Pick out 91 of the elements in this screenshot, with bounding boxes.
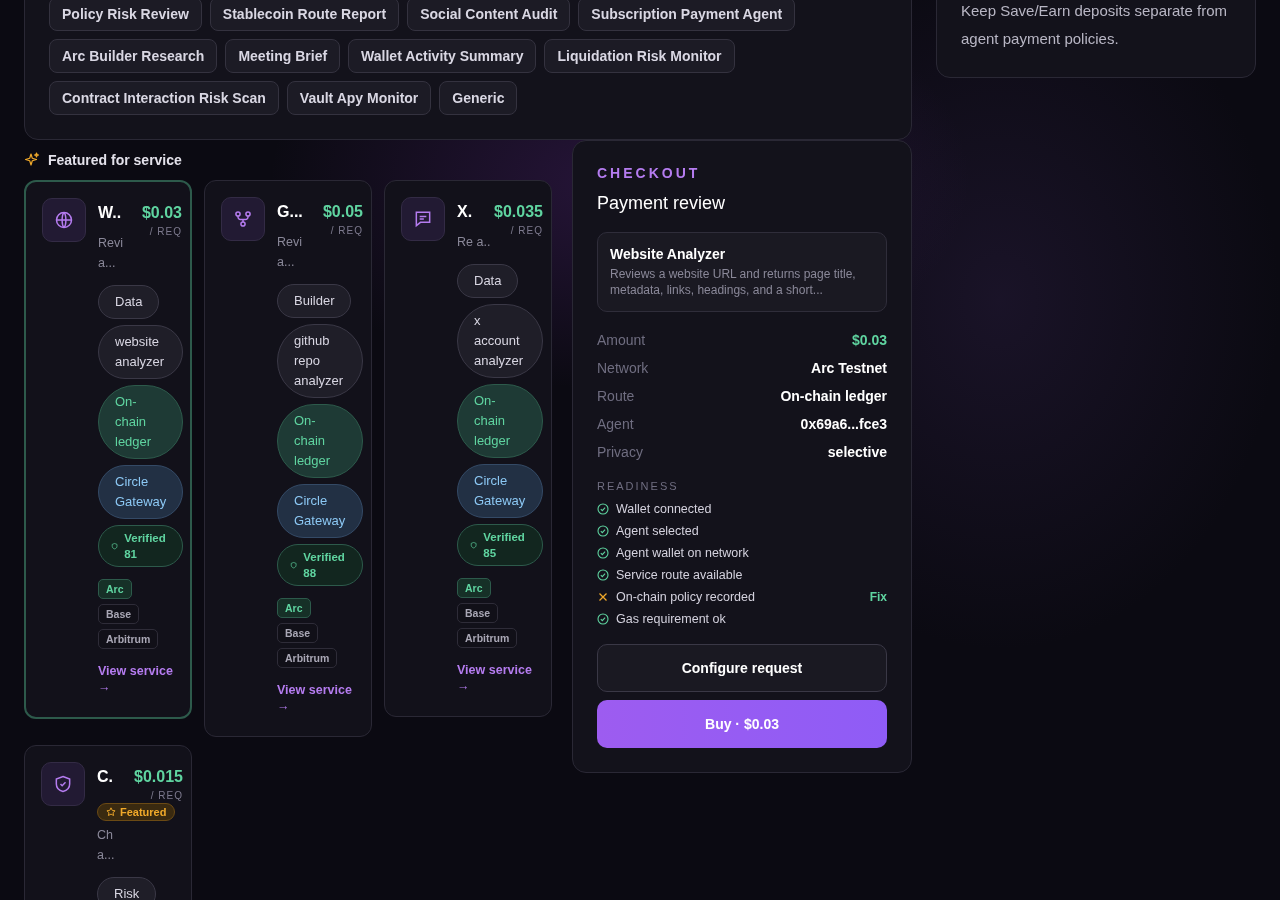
readiness-heading: READINESS [597,480,680,492]
detail-label: Route [597,388,635,404]
message-icon [413,209,433,229]
gateway-tag: Circle Gateway [277,484,363,538]
view-service-link[interactable]: View service → [98,663,182,695]
route-tag: On-chain ledger [457,384,543,458]
network-tag[interactable]: Arc [457,578,491,598]
category-tag: Data [457,264,519,298]
network-tag[interactable]: Base [457,603,499,623]
branch-icon [233,209,253,229]
detail-value: $0.03 [851,332,887,348]
gateway-tag: Circle Gateway [98,465,184,519]
service-card[interactable]: G... $0.05 / REQ Revi a... Builder github repo analyzer On-chain ledger Circle Gateway Verified 88 Arc Base Arbitrum View service → [204,180,372,737]
service-name: Website Analyzer [610,246,727,262]
checkout-eyebrow: CHECKOUT [597,165,702,181]
template-chip[interactable]: Liquidation Risk Monitor [544,39,735,73]
network-tag[interactable]: Base [277,623,319,643]
template-chip[interactable]: Meeting Brief [225,39,341,73]
network-tag[interactable]: Base [98,604,140,624]
checkout-title: Payment review [597,193,727,214]
fix-link[interactable]: Fix [869,590,887,604]
route-tag: On-chain ledger [98,385,184,459]
service-tag: x account analyzer [457,304,543,378]
readiness-item: Service route available [616,568,744,582]
template-chip[interactable]: Stablecoin Route Report [209,0,400,31]
route-tag: On-chain ledger [277,404,363,478]
verified-label: Verified 88 [303,550,346,581]
readiness-item: Wallet connected [616,502,713,516]
template-chip[interactable]: Policy Risk Review [49,0,202,31]
service-tag: website analyzer [98,325,184,379]
readiness-item: On-chain policy recorded [616,590,756,604]
verified-label: Verified 81 [124,531,167,562]
detail-label: Network [597,360,649,376]
category-tag: Builder [277,284,352,318]
readiness-item: Gas requirement ok [616,612,727,626]
template-chip[interactable]: Wallet Activity Summary [348,39,537,73]
network-tag[interactable]: Arc [98,579,132,599]
service-title: W.. [98,204,122,221]
verified-label: Verified 85 [483,530,526,561]
detail-label: Privacy [597,444,643,460]
service-price: $0.015 [134,768,183,786]
service-description: Ch a... [97,827,116,864]
globe-icon [54,210,74,230]
service-card[interactable]: X. $0.035 / REQ Re a.. Data x account analyzer On-chain ledger Circle Gateway Verified 85 Arc Base Arbitrum View service → [384,180,552,717]
buy-button[interactable]: Buy · $0.03 [597,700,887,748]
service-description: Revi a... [277,234,303,271]
service-title: C. [97,768,113,785]
template-chip[interactable]: Subscription Payment Agent [578,0,796,31]
policy-note: Keep Save/Earn deposits separate from agent payment policies. [961,1,1228,49]
template-chip[interactable]: Arc Builder Research [49,39,218,73]
configure-button[interactable]: Configure request [597,644,887,692]
detail-value: On-chain ledger [780,388,887,404]
template-chip[interactable]: Social Content Audit [407,0,571,31]
view-service-link[interactable]: View service → [277,682,363,714]
detail-label: Amount [597,332,646,348]
template-chip[interactable]: Contract Interaction Risk Scan [49,81,279,115]
service-price: $0.05 [322,203,363,221]
template-chip[interactable]: Vault Apy Monitor [286,81,432,115]
network-tag[interactable]: Arc [277,598,311,618]
detail-value: Arc Testnet [811,360,887,376]
detail-value: 0x69a6...fce3 [800,416,887,432]
badge-label: Featured [120,806,167,818]
readiness-item: Agent selected [616,524,700,538]
service-title: G... [277,203,303,220]
detail-value: selective [827,444,887,460]
template-chip[interactable]: Generic [439,81,518,115]
readiness-item: Agent wallet on network [616,546,750,560]
price-unit: / REQ [150,790,183,801]
category-tag: Data [98,285,160,319]
service-description: Re a.. [457,234,492,251]
service-description: Revi a... [98,235,124,272]
network-tag[interactable]: Arbitrum [98,629,159,649]
price-unit: / REQ [510,225,543,236]
network-tag[interactable]: Arbitrum [457,628,518,648]
price-unit: / REQ [330,225,363,236]
service-price: $0.035 [494,203,543,221]
network-tag[interactable]: Arbitrum [277,648,338,668]
price-unit: / REQ [149,226,182,237]
sparkle-icon [24,152,40,168]
star-icon [106,807,116,817]
service-price: $0.03 [141,204,182,222]
gateway-tag: Circle Gateway [457,464,543,518]
section-title: Featured for service [48,152,182,168]
service-card[interactable]: C. $0.015 / REQ Featured Ch a... Risk [24,745,192,900]
service-title: X. [457,203,473,220]
service-summary-text: Reviews a website URL and returns page title, metadata, links, headings, and a short... [610,266,857,298]
view-service-link[interactable]: View service → [457,662,543,694]
service-tag: github repo analyzer [277,324,363,398]
category-tag: Risk [97,877,157,900]
detail-label: Agent [597,416,634,432]
service-card[interactable]: W.. $0.03 / REQ Revi a... Data website analyzer On-chain ledger Circle Gateway Verified 81 Arc Base Arbitrum View service → [24,180,192,719]
